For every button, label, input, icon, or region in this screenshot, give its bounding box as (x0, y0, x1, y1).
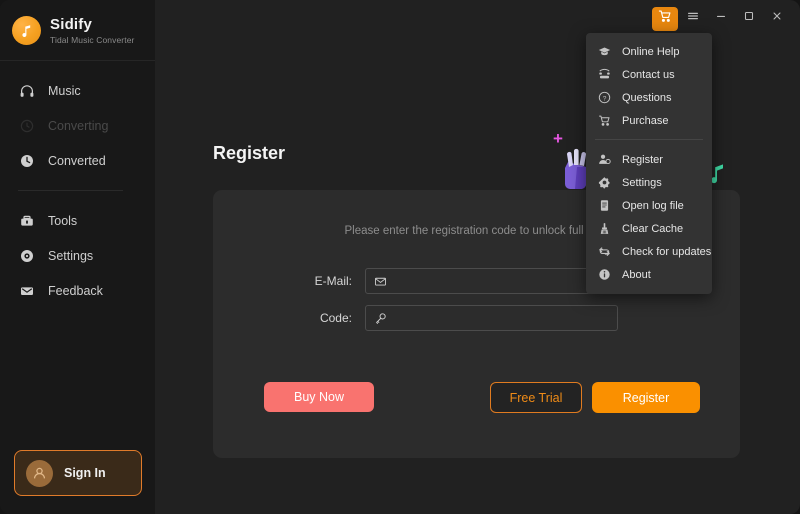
code-field-row: Code: (213, 305, 740, 331)
menu-item-register[interactable]: Register (586, 148, 712, 171)
telephone-icon (598, 68, 611, 81)
sign-in-label: Sign In (64, 466, 106, 480)
sign-in-button[interactable]: Sign In (14, 450, 142, 496)
sidebar-item-settings[interactable]: Settings (0, 238, 155, 273)
sidebar-item-label: Converted (48, 153, 106, 168)
sidebar-nav: Music Converting Converted Tools Setting… (0, 73, 155, 308)
maximize-icon (742, 9, 756, 28)
question-circle-icon: ? (598, 91, 611, 104)
maximize-button[interactable] (736, 7, 762, 31)
code-field-label: Code: (319, 311, 352, 325)
envelope-icon (373, 274, 388, 289)
help-dropdown-menu: Online Help Contact us ? Questions Purch… (586, 33, 712, 294)
menu-item-about[interactable]: About (586, 263, 712, 286)
close-icon (770, 9, 784, 28)
menu-item-check-for-updates[interactable]: Check for updates (586, 240, 712, 263)
svg-text:?: ? (603, 95, 607, 102)
minimize-button[interactable] (708, 7, 734, 31)
brand-subtitle: Tidal Music Converter (50, 34, 135, 45)
refresh-icon (18, 117, 35, 134)
menu-item-label: Open log file (622, 199, 684, 212)
brand-divider (0, 60, 155, 61)
menu-item-label: Questions (622, 91, 672, 104)
sidebar: Sidify Tidal Music Converter Music Conve… (0, 0, 155, 514)
hamburger-menu-button[interactable] (680, 7, 706, 31)
menu-item-label: Settings (622, 176, 662, 189)
email-input[interactable] (394, 269, 617, 293)
gear-icon (598, 176, 611, 189)
sidebar-item-label: Converting (48, 118, 109, 133)
info-circle-icon (598, 268, 611, 281)
menu-item-label: Register (622, 153, 663, 166)
graduation-cap-icon (598, 45, 611, 58)
menu-item-settings[interactable]: Settings (586, 171, 712, 194)
shopping-cart-icon (598, 114, 611, 127)
menu-item-open-log-file[interactable]: Open log file (586, 194, 712, 217)
menu-item-purchase[interactable]: Purchase (586, 109, 712, 132)
refresh-icon (598, 245, 611, 258)
sidebar-divider (18, 190, 123, 191)
code-input[interactable] (394, 306, 617, 330)
broom-icon (598, 222, 611, 235)
sidebar-item-feedback[interactable]: Feedback (0, 273, 155, 308)
buy-now-button[interactable]: Buy Now (264, 382, 374, 412)
menu-item-contact-us[interactable]: Contact us (586, 63, 712, 86)
title-bar (155, 0, 800, 37)
application-window: Sidify Tidal Music Converter Music Conve… (0, 0, 800, 514)
menu-item-label: About (622, 268, 651, 281)
sidebar-item-label: Music (48, 83, 81, 98)
sidebar-item-label: Feedback (48, 283, 103, 298)
close-button[interactable] (764, 7, 790, 31)
minimize-icon (714, 9, 728, 28)
headphones-icon (18, 82, 35, 99)
clock-icon (18, 152, 35, 169)
sidebar-item-label: Tools (48, 213, 78, 228)
sidebar-item-label: Settings (48, 248, 94, 263)
menu-item-label: Check for updates (622, 245, 712, 258)
menu-item-clear-cache[interactable]: Clear Cache (586, 217, 712, 240)
brand-logo-block: Sidify Tidal Music Converter (12, 16, 134, 45)
key-icon (373, 311, 388, 326)
page-title: Register (213, 143, 286, 163)
sidebar-item-converted[interactable]: Converted (0, 143, 155, 178)
toolbox-icon (18, 212, 35, 229)
brand-name: Sidify (50, 15, 93, 33)
document-icon (598, 199, 611, 212)
email-field-box[interactable] (365, 268, 618, 294)
menu-item-label: Online Help (622, 45, 680, 58)
cart-button[interactable] (652, 6, 678, 31)
menu-item-label: Purchase (622, 114, 669, 127)
hamburger-menu-icon (686, 9, 700, 28)
app-logo-icon (12, 16, 41, 45)
email-field-label: E-Mail: (314, 274, 352, 288)
user-avatar-icon (26, 459, 53, 487)
menu-divider (595, 139, 703, 140)
decoration-plus-icon: + (553, 129, 563, 148)
sidebar-item-music[interactable]: Music (0, 73, 155, 108)
gear-icon (18, 247, 35, 264)
menu-item-label: Clear Cache (622, 222, 684, 235)
user-gear-icon (598, 153, 611, 166)
envelope-icon (18, 282, 35, 299)
code-field-box[interactable] (365, 305, 618, 331)
free-trial-button[interactable]: Free Trial (490, 382, 582, 413)
register-button[interactable]: Register (592, 382, 700, 413)
menu-item-online-help[interactable]: Online Help (586, 40, 712, 63)
shopping-cart-icon (658, 9, 672, 28)
menu-item-label: Contact us (622, 68, 675, 81)
sidebar-item-converting[interactable]: Converting (0, 108, 155, 143)
menu-item-questions[interactable]: ? Questions (586, 86, 712, 109)
sidebar-item-tools[interactable]: Tools (0, 203, 155, 238)
